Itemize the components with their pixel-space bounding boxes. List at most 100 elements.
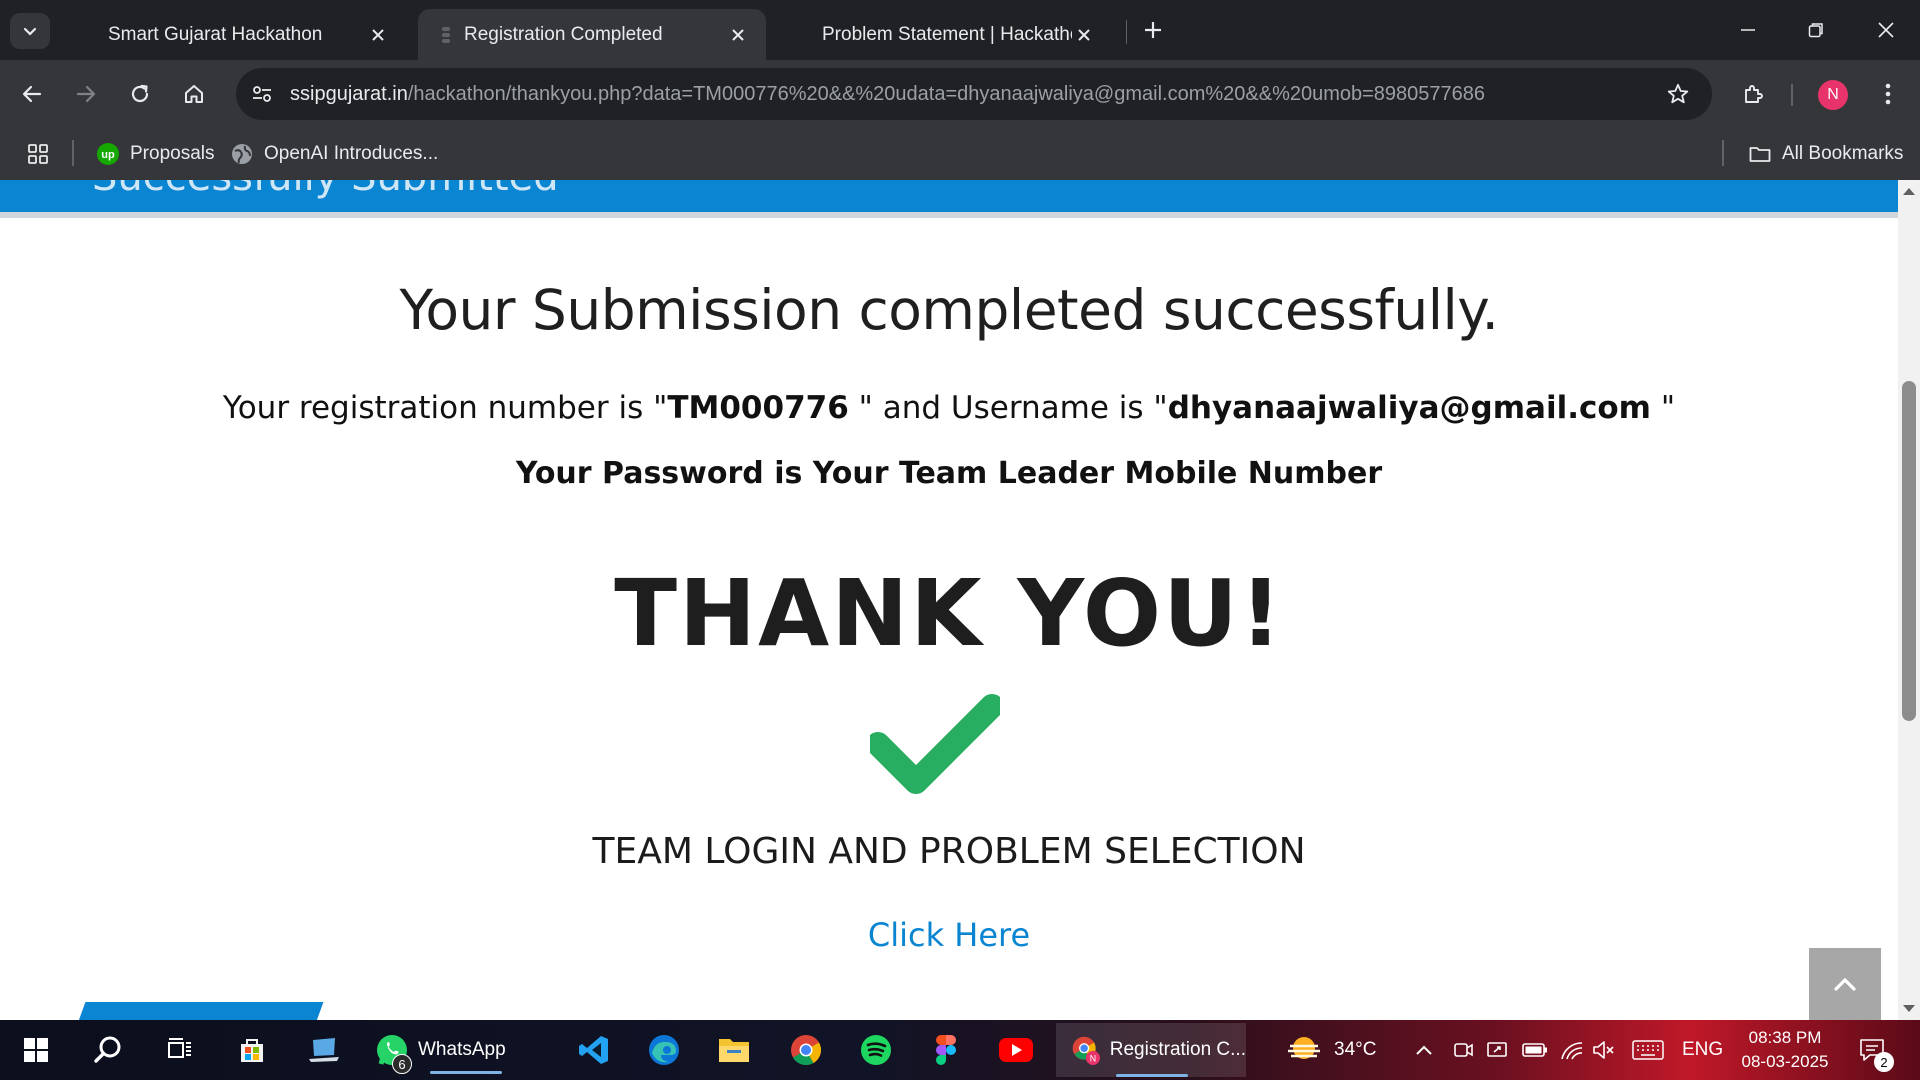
new-tab-button[interactable] <box>1137 14 1169 46</box>
active-indicator <box>1116 1074 1188 1077</box>
volume-indicator[interactable] <box>1592 1020 1616 1080</box>
url-text[interactable]: ssipgujarat.in/hackathon/thankyou.php?da… <box>290 83 1630 106</box>
svg-text:N: N <box>1090 1053 1096 1063</box>
search-button[interactable] <box>84 1026 132 1074</box>
youtube-button[interactable] <box>992 1026 1040 1074</box>
minimize-button[interactable] <box>1724 10 1772 50</box>
windows-taskbar: 6 WhatsApp N Registration C... 34°C ENG … <box>0 1020 1920 1080</box>
keyboard-icon <box>1632 1040 1664 1060</box>
remote-desktop-icon <box>1487 1042 1507 1057</box>
address-bar[interactable]: ssipgujarat.in/hackathon/thankyou.php?da… <box>236 68 1712 120</box>
notifications-button[interactable]: 2 <box>1858 1020 1894 1080</box>
minimize-icon <box>1741 29 1755 31</box>
bookmark-star-button[interactable] <box>1660 76 1696 112</box>
registration-info: Your registration number is "TM000776 " … <box>0 390 1898 426</box>
whatsapp-unread-badge: 6 <box>392 1054 412 1074</box>
registration-number: TM000776 <box>667 390 849 426</box>
tab-title: Registration Completed <box>464 23 663 45</box>
taskbar-chrome-window[interactable]: N Registration C... <box>1056 1023 1246 1077</box>
tab-close-button[interactable] <box>1072 23 1096 47</box>
tab-search-button[interactable] <box>10 13 50 49</box>
chrome-button[interactable] <box>782 1026 830 1074</box>
file-explorer-button[interactable] <box>710 1026 758 1074</box>
thank-you-heading: THANK YOU! <box>614 560 1284 667</box>
laptop-icon <box>309 1038 339 1062</box>
tab-close-button[interactable] <box>366 23 390 47</box>
profile-avatar[interactable]: N <box>1818 80 1848 110</box>
restore-button[interactable] <box>1792 10 1840 50</box>
weather-widget[interactable]: 34°C <box>1286 1020 1376 1080</box>
start-button[interactable] <box>12 1026 60 1074</box>
windows-logo-icon <box>24 1038 48 1062</box>
site-info-button[interactable] <box>242 74 282 114</box>
chevron-up-icon <box>1834 977 1856 991</box>
scrollbar-thumb[interactable] <box>1902 381 1916 721</box>
bookmark-proposals[interactable]: up Proposals <box>96 139 215 169</box>
tab-registration-completed[interactable]: Registration Completed <box>418 9 766 60</box>
team-login-heading: TEAM LOGIN AND PROBLEM SELECTION <box>592 831 1306 872</box>
home-button[interactable] <box>174 74 214 114</box>
tab-smart-gujarat-hackathon[interactable]: Smart Gujarat Hackathon <box>88 9 406 60</box>
touch-keyboard-button[interactable] <box>1632 1020 1664 1080</box>
figma-button[interactable] <box>922 1026 970 1074</box>
task-view-button[interactable] <box>156 1026 204 1074</box>
close-icon <box>1078 28 1090 41</box>
tab-strip: Smart Gujarat Hackathon Registration Com… <box>0 0 1920 60</box>
apps-grid-icon <box>28 144 48 164</box>
tray-meet-button[interactable] <box>1452 1020 1474 1080</box>
camera-icon <box>1454 1043 1473 1057</box>
browser-menu-button[interactable] <box>1868 74 1908 114</box>
spotify-button[interactable] <box>852 1026 900 1074</box>
page-scrollbar[interactable] <box>1898 180 1920 1020</box>
url-path: /hackathon/thankyou.php?data=TM000776%20… <box>407 82 1486 105</box>
star-icon <box>1667 83 1689 104</box>
close-icon <box>372 28 384 41</box>
tab-problem-statement[interactable]: Problem Statement | Hackathon <box>802 9 1112 60</box>
upwork-icon: up <box>96 142 120 166</box>
url-host: ssipgujarat.in <box>290 82 408 105</box>
tab-separator <box>1126 20 1127 44</box>
scroll-up-arrow[interactable] <box>1903 188 1915 195</box>
reload-button[interactable] <box>120 74 160 114</box>
more-vertical-icon <box>1885 83 1891 105</box>
vscode-icon <box>579 1036 608 1064</box>
scroll-down-arrow[interactable] <box>1903 1005 1915 1012</box>
tune-icon <box>253 86 271 102</box>
figma-icon <box>936 1035 956 1065</box>
reg-suffix: " <box>1650 390 1676 426</box>
vscode-button[interactable] <box>570 1026 618 1074</box>
tab-close-button[interactable] <box>726 23 750 47</box>
checkmark-icon <box>870 694 1000 794</box>
weather-haze-icon <box>1288 1037 1320 1059</box>
arrow-left-icon <box>22 85 42 103</box>
search-icon <box>94 1036 121 1063</box>
system-clock[interactable]: 08:38 PM 08-03-2025 <box>1730 1026 1840 1074</box>
forward-button[interactable] <box>66 74 106 114</box>
chrome-icon <box>791 1035 822 1066</box>
all-bookmarks-button[interactable]: All Bookmarks <box>1748 139 1903 169</box>
click-here-link[interactable]: Click Here <box>868 916 1030 954</box>
microsoft-store-button[interactable] <box>228 1026 276 1074</box>
extensions-button[interactable] <box>1734 74 1774 114</box>
show-hidden-icons-button[interactable] <box>1414 1020 1434 1080</box>
bookmark-openai-introduces[interactable]: OpenAI Introduces... <box>230 139 438 169</box>
edge-button[interactable] <box>640 1026 688 1074</box>
network-indicator[interactable] <box>1560 1020 1584 1080</box>
taskbar-whatsapp[interactable]: 6 WhatsApp <box>370 1026 552 1074</box>
laptop-app-button[interactable] <box>300 1026 348 1074</box>
bookmarks-bar: up Proposals OpenAI Introduces... All Bo… <box>0 128 1920 180</box>
clock-time: 08:38 PM <box>1748 1028 1822 1047</box>
input-language-button[interactable]: ENG <box>1682 1020 1723 1080</box>
reg-prefix: Your registration number is " <box>222 390 668 426</box>
header-band: Successfully Submitted <box>0 180 1898 218</box>
close-window-button[interactable] <box>1862 10 1910 50</box>
battery-indicator[interactable] <box>1522 1020 1548 1080</box>
back-button[interactable] <box>12 74 52 114</box>
scroll-to-top-button[interactable] <box>1809 948 1881 1020</box>
notification-count-badge: 2 <box>1874 1052 1894 1072</box>
apps-button[interactable] <box>26 139 50 169</box>
tray-remote-button[interactable] <box>1486 1020 1508 1080</box>
wifi-icon <box>1561 1042 1583 1060</box>
folder-icon <box>719 1039 749 1062</box>
folder-icon <box>1748 142 1772 166</box>
